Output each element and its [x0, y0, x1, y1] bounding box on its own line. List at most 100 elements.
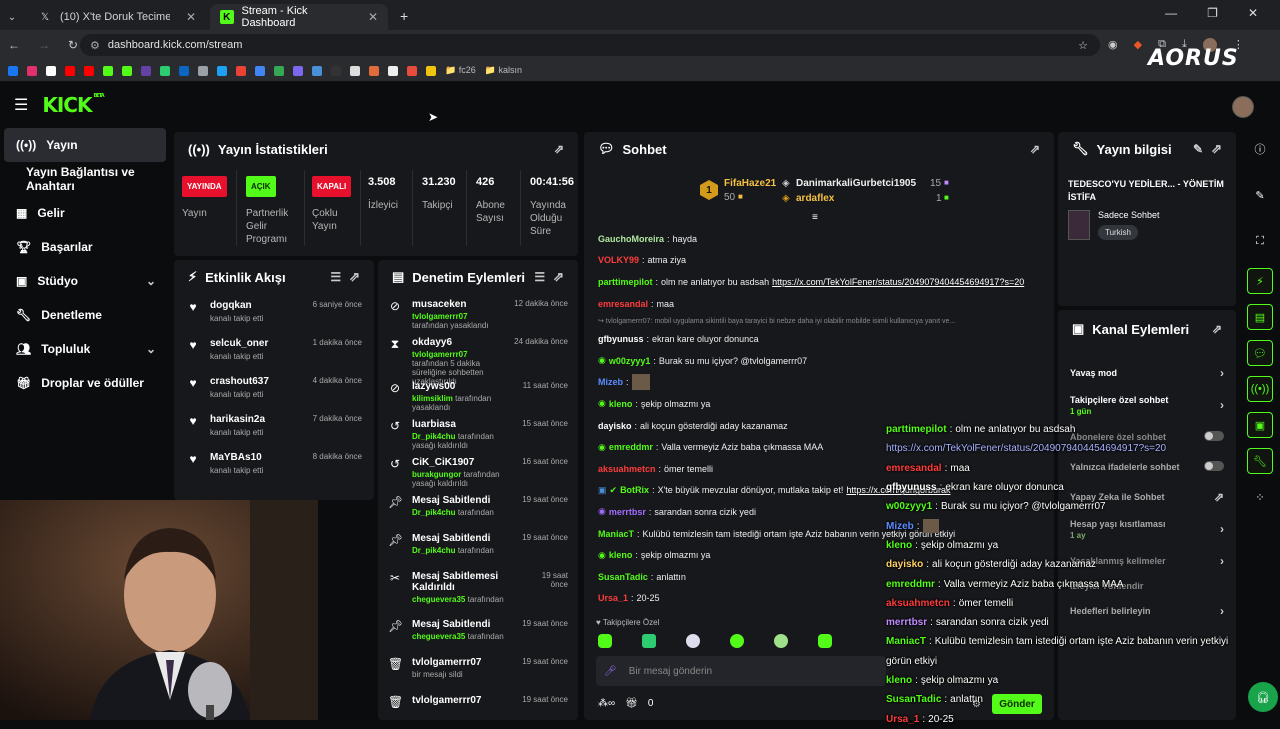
collapse-icon[interactable]: ≡: [812, 212, 818, 223]
chat-username[interactable]: gfbyunuss: [598, 334, 644, 344]
bookmark-icon[interactable]: [198, 65, 208, 76]
bookmark-icon[interactable]: [350, 65, 360, 76]
emote-icon[interactable]: [686, 634, 700, 648]
emote-icon[interactable]: [598, 634, 612, 648]
youtube-icon[interactable]: [65, 65, 75, 76]
action-slow-mode[interactable]: Yavaş mod ›: [1058, 358, 1236, 388]
bookmark-icon[interactable]: [217, 65, 227, 76]
chat-username[interactable]: w00zyyy1: [609, 356, 651, 366]
leader-name[interactable]: FifaHaze21: [724, 178, 776, 189]
back-icon[interactable]: ←: [8, 38, 20, 52]
facebook-icon[interactable]: [8, 65, 18, 76]
mod-actor[interactable]: burakgungor: [412, 470, 461, 479]
gift-box-icon[interactable]: 🎁︎: [625, 698, 638, 709]
x-icon[interactable]: [46, 65, 56, 76]
popout-icon[interactable]: ⇗: [553, 269, 564, 285]
feed-username[interactable]: harikasin2a: [210, 414, 303, 425]
bookmark-icon[interactable]: [160, 65, 170, 76]
bookmark-icon[interactable]: [331, 65, 341, 76]
feed-username[interactable]: dogqkan: [210, 300, 303, 311]
mod-target[interactable]: okdayy6: [412, 337, 504, 348]
extension-icon[interactable]: ◆: [1134, 38, 1142, 52]
mod-actor[interactable]: tvlolgamerrr07: [412, 312, 468, 321]
site-info-icon[interactable]: ⚙: [90, 39, 100, 52]
chat-link[interactable]: https://x.com/TekYolFener/status/2049079…: [772, 277, 1024, 287]
chat-username[interactable]: dayisko: [598, 421, 632, 431]
chat-username[interactable]: kleno: [609, 399, 633, 409]
feed-username[interactable]: MaYBAs10: [210, 452, 303, 463]
mod-actor[interactable]: Dr_pik4chu: [412, 546, 456, 555]
mod-actor[interactable]: tvlolgamerrr07: [412, 350, 468, 359]
sidebar-item-topluluk[interactable]: 👥︎ Topluluk ⌄: [0, 332, 170, 366]
user-avatar[interactable]: [1232, 96, 1254, 118]
maximize-icon[interactable]: ❐: [1207, 6, 1218, 20]
kick-icon[interactable]: [122, 65, 132, 76]
chat-input[interactable]: 🎤︎ Bir mesaj gönderin: [596, 656, 886, 686]
popout-icon[interactable]: ⇗: [554, 142, 564, 156]
popout-icon[interactable]: ⇗: [1030, 142, 1040, 156]
category-thumbnail[interactable]: [1068, 210, 1090, 240]
bookmark-icon[interactable]: [369, 65, 379, 76]
lightning-icon[interactable]: ⚡︎: [1247, 268, 1273, 294]
popout-icon[interactable]: ⇗: [1211, 141, 1222, 157]
chat-username[interactable]: BotRix: [620, 485, 649, 495]
community-icon[interactable]: ⁂∞: [598, 698, 615, 709]
kick-logo[interactable]: KICK BETA: [42, 93, 104, 117]
gmail-icon[interactable]: [236, 65, 246, 76]
new-tab-icon[interactable]: +: [400, 8, 408, 24]
tab-list-icon[interactable]: ⌄: [0, 4, 24, 30]
sidebar-item-yayin[interactable]: ((•)) Yayın: [4, 128, 166, 162]
action-followers-only[interactable]: Takipçilere özel sohbet 1 gün ›: [1058, 388, 1236, 422]
instagram-icon[interactable]: [27, 65, 37, 76]
chat-username[interactable]: ManiacT: [598, 529, 634, 539]
popout-icon[interactable]: ⇗: [1212, 322, 1222, 336]
youtube-icon[interactable]: [84, 65, 94, 76]
chat-settings-icon[interactable]: ⚙: [972, 699, 981, 710]
bookmark-icon[interactable]: [103, 65, 113, 76]
filter-icon[interactable]: ☰: [330, 270, 341, 284]
chat-reply-context[interactable]: ↪ tvlolgamerrr07: mobil uygulama sikinti…: [584, 314, 1054, 328]
mod-target[interactable]: CiK_CiK1907: [412, 457, 512, 468]
emote-icon[interactable]: [642, 634, 656, 648]
emote-icon[interactable]: [730, 634, 744, 648]
emote-icon[interactable]: [774, 634, 788, 648]
bookmark-icon[interactable]: [388, 65, 398, 76]
edit-icon[interactable]: ✎: [1193, 142, 1203, 156]
reload-icon[interactable]: ↻: [68, 38, 78, 52]
emote-icon[interactable]: [818, 634, 832, 648]
chat-username[interactable]: Ursa_1: [598, 593, 628, 603]
browser-tab-x[interactable]: 𝕏 (10) X'te Doruk Tecimer: " ✕: [28, 4, 206, 30]
close-window-icon[interactable]: ✕: [1248, 6, 1258, 20]
bookmark-folder-fc26[interactable]: 📁 fc26: [445, 65, 476, 76]
microphone-icon[interactable]: 🎤︎: [604, 666, 617, 677]
mod-actor[interactable]: kilimsiklim: [412, 394, 453, 403]
twitch-icon[interactable]: [141, 65, 151, 76]
chat-username[interactable]: VOLKY99: [598, 255, 639, 265]
mod-actor[interactable]: cheguevera35: [412, 595, 465, 604]
chat-username[interactable]: merrtbsr: [609, 507, 646, 517]
chat-username[interactable]: GauchoMoreira: [598, 234, 664, 244]
popout-icon[interactable]: ⇗: [349, 269, 360, 285]
hamburger-menu-icon[interactable]: ☰: [14, 95, 28, 115]
bookmark-icon[interactable]: [407, 65, 417, 76]
screenshot-icon[interactable]: ⛶: [1247, 228, 1273, 254]
mod-target[interactable]: luarbiasa: [412, 419, 512, 430]
mod-actor[interactable]: Dr_pik4chu: [412, 508, 456, 517]
send-button[interactable]: Gönder: [992, 694, 1042, 714]
category-name[interactable]: Sadece Sohbet: [1098, 210, 1160, 220]
leader-name[interactable]: DanimarkaliGurbetci1905: [796, 178, 916, 189]
leader-name[interactable]: ardaflex: [796, 193, 834, 204]
sidebar-item-gelir[interactable]: ▦ Gelir: [0, 196, 170, 230]
chat-username[interactable]: aksuahmetcn: [598, 464, 656, 474]
filter-icon[interactable]: ☰: [534, 270, 545, 284]
mod-target[interactable]: tvlolgamerrr07: [412, 657, 512, 668]
bookmark-icon[interactable]: [293, 65, 303, 76]
bookmark-folder-kalsin[interactable]: 📁 kalsın: [485, 65, 522, 76]
close-tab-icon[interactable]: ✕: [368, 10, 378, 24]
chat-username[interactable]: Mizeb: [598, 377, 623, 387]
minimize-icon[interactable]: —: [1165, 6, 1177, 20]
feed-username[interactable]: selcuk_oner: [210, 338, 303, 349]
chat-username[interactable]: SusanTadic: [598, 572, 648, 582]
chat-bubble-icon[interactable]: 💬︎: [1247, 340, 1273, 366]
sidebar-item-denetleme[interactable]: 🔧︎ Denetleme: [0, 298, 170, 332]
